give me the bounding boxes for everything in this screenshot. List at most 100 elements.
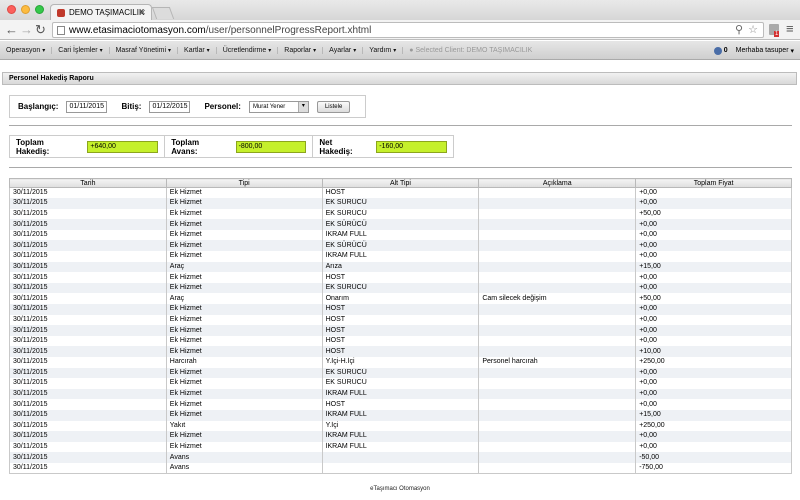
cell-total-price: +0,00 [635,198,792,209]
cell-type: Ek Hizmet [165,219,323,230]
browser-titlebar: DEMO TAŞIMACILIK ✕ [0,0,800,20]
cell-subtype: İKRAM FULL [321,229,480,241]
column-header-type[interactable]: Tipi [165,178,323,188]
cell-type: Ek Hizmet [165,282,323,294]
table-row[interactable]: 30/11/2015 Ek Hizmet HOST +0,00 [9,304,792,315]
list-button[interactable]: Listele [316,100,351,113]
notification-icon[interactable] [713,46,722,55]
advance-cell: Toplam Avans: -800,00 [165,136,314,157]
menu-item[interactable]: Kartlar ▾ [178,46,217,54]
cell-date: 30/11/2015 [9,282,167,294]
cell-type: Ek Hizmet [165,198,323,209]
earnings-cell: Toplam Hakediş: +640,00 [10,136,166,157]
table-row[interactable]: 30/11/2015 Ek Hizmet EK SÜRÜCÜ +0,00 [9,378,792,389]
cell-total-price: +0,00 [635,314,792,326]
table-row[interactable]: 30/11/2015 Ek Hizmet HOST +0,00 [9,325,792,336]
table-row[interactable]: 30/11/2015 Ek Hizmet HOST +10,00 [9,346,792,357]
new-tab-button[interactable] [151,7,175,19]
table-row[interactable]: 30/11/2015 Ek Hizmet İKRAM FULL +15,00 [9,409,792,421]
address-bar[interactable]: www.etasimaciotomasyon.com/user/personne… [52,22,764,38]
column-header-subtype[interactable]: Alt Tipi [321,178,480,188]
cell-date: 30/11/2015 [9,335,167,347]
menu-item[interactable]: Cari İşlemler ▾ [52,46,110,54]
start-date-input[interactable]: 01/11/2015 [66,100,108,113]
cell-type: Ek Hizmet [165,346,323,357]
table-row[interactable]: 30/11/2015 Ek Hizmet İKRAM FULL +0,00 [9,441,792,453]
menu-item[interactable]: Operasyon ▾ [0,46,53,54]
browser-tab[interactable]: DEMO TAŞIMACILIK ✕ [50,4,152,20]
end-date-input[interactable]: 01/12/2015 [149,100,191,113]
bookmark-star-icon[interactable]: ☆ [748,23,758,36]
chevron-down-icon: ▾ [788,47,794,55]
table-row[interactable]: 30/11/2015 Harcırah Y.İçi-H.İçi Personel ha… [9,357,792,368]
cell-subtype: HOST [321,325,480,336]
table-row[interactable]: 30/11/2015 Ek Hizmet İKRAM FULL +0,00 [9,431,792,442]
table-row[interactable]: 30/11/2015 Ek Hizmet HOST +0,00 [9,272,792,283]
cell-total-price: +15,00 [635,409,792,421]
zoom-icon[interactable]: ⚲ [735,23,743,36]
table-row[interactable]: 30/11/2015 Ek Hizmet İKRAM FULL +0,00 [9,388,792,400]
menu-item[interactable]: Ücretlendirme ▾ [217,46,279,54]
table-row[interactable]: 30/11/2015 Ek Hizmet HOST +0,00 [9,187,792,199]
cell-date: 30/11/2015 [9,441,167,453]
cell-subtype [321,452,480,463]
cell-type: Araç [165,261,323,273]
table-row[interactable]: 30/11/2015 Araç Arıza +15,00 [9,261,792,273]
cell-date: 30/11/2015 [9,314,167,326]
table-row[interactable]: 30/11/2015 Ek Hizmet İKRAM FULL +0,00 [9,229,792,241]
personnel-select[interactable]: Murat Yener ▾ [248,100,309,113]
cell-subtype: HOST [321,272,480,283]
divider [9,167,792,168]
browser-menu-icon[interactable]: ≡ [786,21,794,36]
app-menu-bar: Operasyon ▾ Cari İşlemler ▾ Masraf Yönetimi ▾… [0,41,800,60]
menu-item[interactable]: Yardım ▾ [363,46,404,54]
menu-item[interactable]: Masraf Yönetimi ▾ [110,46,179,54]
table-row[interactable]: 30/11/2015 Ek Hizmet EK SÜRÜCÜ +0,00 [9,282,792,294]
table-row[interactable]: 30/11/2015 Ek Hizmet HOST +0,00 [9,335,792,347]
menu-item[interactable]: Raporlar ▾ [278,46,324,54]
cell-type: Ek Hizmet [165,409,323,421]
cell-description [478,325,637,336]
table-row[interactable]: 30/11/2015 Araç Onarım Cam silecek değişim +… [9,293,792,305]
table-row[interactable]: 30/11/2015 Ek Hizmet HOST +0,00 [9,314,792,326]
total-earnings-value: +640,00 [87,140,159,153]
table-row[interactable]: 30/11/2015 Ek Hizmet İKRAM FULL +0,00 [9,251,792,262]
user-area: 0 Merhaba tasuper ▾ [713,41,794,60]
table-row[interactable]: 30/11/2015 Yakıt Y.İçi +250,00 [9,420,792,432]
cell-subtype: HOST [321,346,480,357]
cell-description [478,282,637,294]
cell-total-price: +50,00 [635,208,792,220]
cell-description [478,431,637,442]
cell-total-price: +0,00 [635,229,792,241]
menu-item-label: Raporlar [284,46,312,54]
cell-subtype: HOST [321,399,480,410]
cell-total-price: +0,00 [635,251,792,262]
minimize-window-button[interactable] [21,5,30,14]
reload-icon[interactable]: ↻ [35,22,46,38]
table-row[interactable]: 30/11/2015 Ek Hizmet EK SÜRÜCÜ +0,00 [9,367,792,379]
cell-subtype: EK SÜRÜCÜ [321,219,480,230]
totals-box: Toplam Hakediş: +640,00 Toplam Avans: -8… [9,135,454,158]
tab-close-icon[interactable]: ✕ [139,8,146,17]
back-arrow-icon[interactable]: ← [5,22,18,37]
menu-item-label: Operasyon [6,46,41,54]
table-row[interactable]: 30/11/2015 Avans -50,00 [9,452,792,463]
cell-date: 30/11/2015 [9,251,167,262]
table-row[interactable]: 30/11/2015 Ek Hizmet EK SÜRÜCÜ +0,00 [9,240,792,252]
table-row[interactable]: 30/11/2015 Ek Hizmet EK SÜRÜCÜ +0,00 [9,219,792,230]
maximize-window-button[interactable] [35,5,44,14]
cell-subtype: EK SÜRÜCÜ [321,208,480,220]
forward-arrow-icon[interactable]: → [20,22,33,37]
user-menu[interactable]: Merhaba tasuper [736,47,789,54]
table-row[interactable]: 30/11/2015 Ek Hizmet EK SÜRÜCÜ +50,00 [9,208,792,220]
column-header-description[interactable]: Açıklama [478,178,637,188]
chevron-down-icon: ▾ [99,47,103,54]
table-row[interactable]: 30/11/2015 Avans -750,00 [9,462,792,475]
table-row[interactable]: 30/11/2015 Ek Hizmet HOST +0,00 [9,399,792,410]
menu-item[interactable]: Ayarlar ▾ [323,46,364,54]
table-row[interactable]: 30/11/2015 Ek Hizmet EK SÜRÜCÜ +0,00 [9,198,792,209]
column-header-date[interactable]: Tarih [9,178,167,188]
column-header-total-price[interactable]: Toplam Fiyat [635,178,792,188]
close-window-button[interactable] [7,5,16,14]
selected-client: ● Selected Client: DEMO TAŞIMACILIK [409,46,533,54]
